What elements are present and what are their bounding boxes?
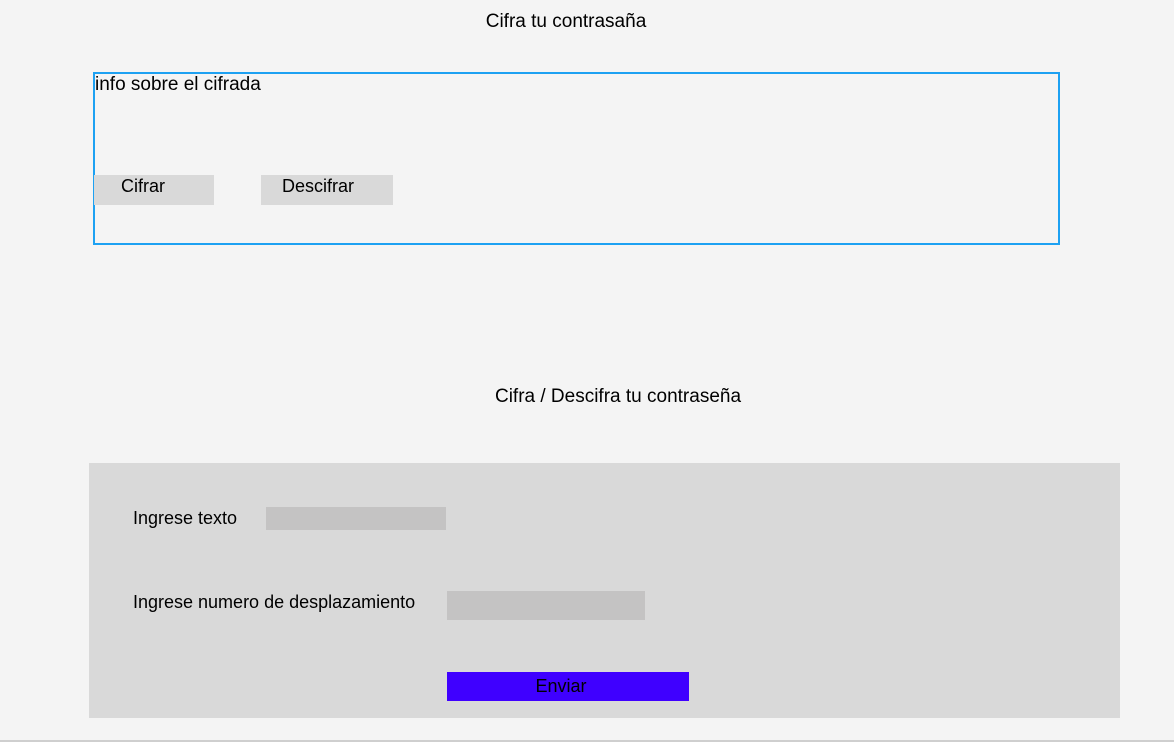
descifrar-button-label: Descifrar: [282, 176, 355, 196]
info-text: info sobre el cifrada: [95, 74, 261, 95]
descifrar-button[interactable]: Descifrar: [261, 175, 393, 205]
info-panel: [93, 72, 1060, 245]
shift-input[interactable]: [447, 591, 645, 620]
shift-input-label: Ingrese numero de desplazamiento: [133, 592, 416, 612]
enviar-button-label: Enviar: [535, 676, 587, 696]
cifrar-button[interactable]: Cifrar: [94, 175, 214, 205]
text-input[interactable]: [266, 507, 446, 530]
form-title: Cifra / Descifra tu contraseña: [494, 386, 742, 407]
text-input-label: Ingrese texto: [133, 508, 238, 528]
cifrar-button-label: Cifrar: [121, 176, 165, 196]
enviar-button[interactable]: Enviar: [447, 672, 689, 701]
page-title: Cifra tu contrasaña: [485, 11, 647, 32]
